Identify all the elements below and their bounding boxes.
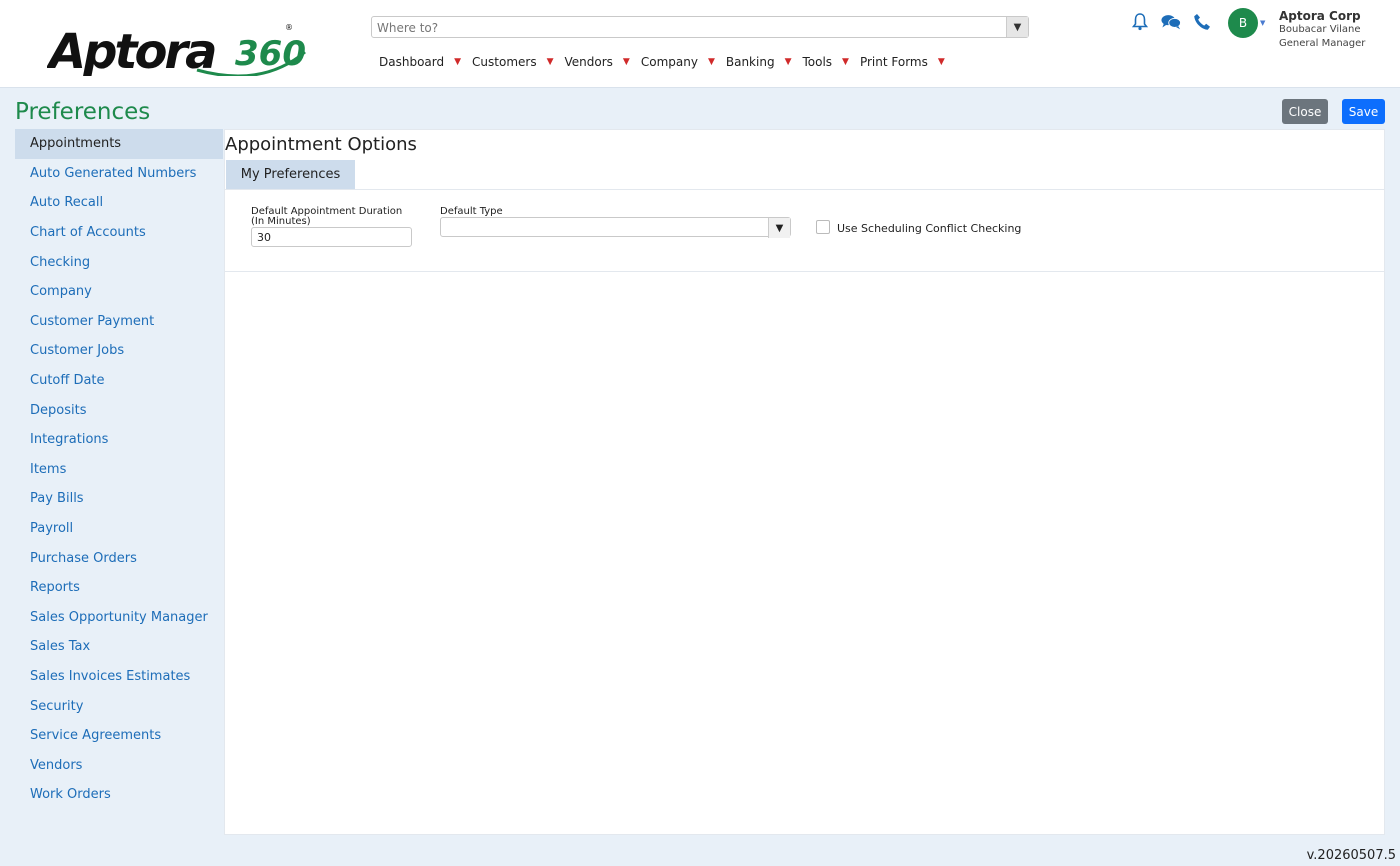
nav-dashboard[interactable]: Dashboard ▼ [379,55,461,69]
conflict-checking-label: Use Scheduling Conflict Checking [837,222,1022,235]
default-duration-input[interactable]: 30 [251,227,412,247]
conflict-checking-checkbox[interactable] [816,220,830,234]
user-info: Aptora Corp Boubacar Vilane General Mana… [1279,9,1365,51]
nav-print-forms[interactable]: Print Forms ▼ [860,55,945,69]
sidebar-item-security[interactable]: Security [15,691,223,721]
sidebar-item-items[interactable]: Items [15,455,223,485]
nav-customers[interactable]: Customers ▼ [472,55,553,69]
sidebar-item-vendors[interactable]: Vendors [15,750,223,780]
sidebar-item-sales-invoices-estimates[interactable]: Sales Invoices Estimates [15,662,223,692]
page-title: Preferences [15,99,151,125]
nav-company[interactable]: Company ▼ [641,55,715,69]
sidebar-item-chart-of-accounts[interactable]: Chart of Accounts [15,218,223,248]
sidebar-item-sales-opportunity-manager[interactable]: Sales Opportunity Manager [15,603,223,633]
save-button[interactable]: Save [1342,99,1385,124]
nav-label: Company [640,55,698,69]
sidebar-item-auto-recall[interactable]: Auto Recall [15,188,223,218]
caret-down-icon: ▼ [937,57,945,67]
sidebar-item-company[interactable]: Company [15,277,223,307]
chevron-down-icon[interactable]: ▼ [768,218,790,238]
nav-label: Customers [472,55,537,69]
caret-down-icon: ▼ [842,57,849,67]
caret-down-icon: ▼ [784,57,792,67]
sidebar-item-work-orders[interactable]: Work Orders [15,780,223,810]
caret-down-icon: ▼ [707,57,715,67]
sidebar-item-cutoff-date[interactable]: Cutoff Date [15,366,223,396]
sidebar-item-customer-jobs[interactable]: Customer Jobs [15,336,223,366]
avatar-letter: B [1238,16,1248,30]
user-avatar[interactable]: B [1228,8,1258,38]
nav-banking[interactable]: Banking ▼ [726,55,792,69]
top-header: Aptora 360 ® ▼ Dashboard ▼ Customers ▼ Ven… [0,0,1400,88]
sidebar-item-payroll[interactable]: Payroll [15,514,223,544]
sidebar-item-purchase-orders[interactable]: Purchase Orders [15,543,223,573]
close-button[interactable]: Close [1282,99,1328,124]
tab-divider [225,189,1384,190]
aptora-logo[interactable]: Aptora 360 ® [47,18,307,76]
preferences-sidebar: Appointments Auto Generated Numbers Auto… [15,129,223,810]
sidebar-item-auto-generated-numbers[interactable]: Auto Generated Numbers [15,159,223,189]
nav-label: Banking [725,55,775,69]
sidebar-item-deposits[interactable]: Deposits [15,395,223,425]
sidebar-item-sales-tax[interactable]: Sales Tax [15,632,223,662]
nav-vendors[interactable]: Vendors ▼ [565,55,630,69]
avatar-caret-icon[interactable]: ▼ [1260,19,1265,27]
main-nav: Dashboard ▼ Customers ▼ Vendors ▼ Company ▼ … [379,55,956,69]
svg-text:Aptora: Aptora [47,24,215,76]
user-name: Boubacar Vilane [1279,24,1361,35]
sidebar-item-reports[interactable]: Reports [15,573,223,603]
tab-my-preferences[interactable]: My Preferences [226,160,355,189]
svg-text:®: ® [285,23,293,32]
caret-down-icon: ▼ [454,57,462,67]
company-name: Aptora Corp [1279,9,1361,23]
phone-icon[interactable] [1192,12,1212,32]
nav-tools[interactable]: Tools ▼ [802,55,848,69]
sidebar-item-appointments[interactable]: Appointments [15,129,223,159]
where-to-input[interactable] [372,18,1002,38]
caret-down-icon: ▼ [622,57,630,67]
chat-icon[interactable] [1161,12,1181,32]
where-to-search[interactable]: ▼ [371,16,1029,38]
sidebar-item-service-agreements[interactable]: Service Agreements [15,721,223,751]
version-label: v.20260507.5 [1306,848,1396,863]
sidebar-item-pay-bills[interactable]: Pay Bills [15,484,223,514]
panel-title: Appointment Options [225,134,417,155]
default-type-label: Default Type [440,206,503,217]
caret-down-icon: ▼ [546,57,554,67]
appointment-options-panel: Appointment Options My Preferences Defau… [224,129,1385,835]
form-divider [225,271,1384,272]
nav-label: Dashboard [379,55,445,69]
user-role: General Manager [1279,38,1366,49]
nav-label: Vendors [564,55,613,69]
sidebar-item-customer-payment[interactable]: Customer Payment [15,307,223,337]
bell-icon[interactable] [1130,12,1150,32]
sidebar-item-checking[interactable]: Checking [15,247,223,277]
default-type-select[interactable]: ▼ [440,217,791,238]
duration-label-line-2: (In Minutes) [251,216,311,227]
search-dropdown-toggle[interactable]: ▼ [1006,17,1028,37]
svg-text:360: 360 [235,34,306,74]
duration-label: Default Appointment Duration (In Minutes… [251,207,402,227]
sidebar-item-integrations[interactable]: Integrations [15,425,223,455]
header-icons [1130,12,1223,32]
nav-label: Print Forms [859,55,928,69]
nav-label: Tools [802,55,833,69]
